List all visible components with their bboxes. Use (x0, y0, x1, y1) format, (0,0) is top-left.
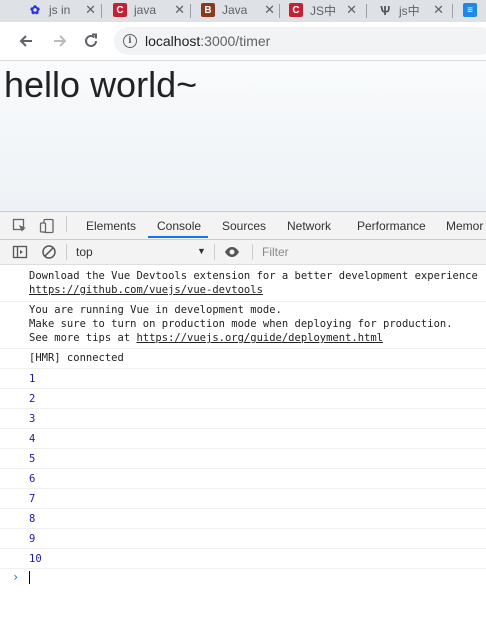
filter-input[interactable]: Filter (262, 245, 289, 259)
tab-elements[interactable]: Elements (86, 219, 136, 233)
close-icon[interactable]: ✕ (174, 2, 185, 18)
chevron-down-icon[interactable]: ▼ (197, 246, 206, 256)
csdn-c-icon: C (289, 3, 303, 17)
close-icon[interactable]: ✕ (346, 2, 357, 18)
tab-separator (101, 4, 102, 18)
tab-performance[interactable]: Performance (357, 219, 426, 233)
message-text: [HMR] connected (29, 352, 124, 364)
page-viewport: hello world~ (0, 61, 486, 211)
device-toolbar-icon[interactable] (39, 218, 55, 234)
console-log-row: 9 (0, 529, 486, 549)
console-log-row: 3 (0, 409, 486, 429)
tab-console[interactable]: Console (157, 219, 201, 233)
browser-toolbar: i localhost:3000/timer (0, 22, 486, 61)
divider (66, 244, 67, 260)
address-path: :3000/timer (200, 33, 271, 49)
vue-devtools-link[interactable]: https://github.com/vuejs/vue-devtools (29, 284, 263, 297)
close-icon[interactable]: ✕ (85, 2, 96, 18)
clear-console-icon[interactable] (41, 244, 57, 260)
devtools-panel: Elements Console Sources Network Perform… (0, 211, 486, 638)
console-log-row: 10 (0, 549, 486, 569)
console-log-row: 1 (0, 369, 486, 389)
inspect-element-icon[interactable] (12, 218, 28, 234)
console-log-row: 2 (0, 389, 486, 409)
forward-button[interactable] (49, 30, 71, 52)
browser-tab-5[interactable]: Ѱ js中 ✕ (378, 0, 444, 20)
tab-network[interactable]: Network (287, 219, 331, 233)
console-message: You are running Vue in development mode.… (0, 302, 486, 349)
reload-button[interactable] (80, 30, 102, 52)
console-log-row: 4 (0, 429, 486, 449)
tab-strip: ✿ js in ✕ C java ✕ B Java ✕ C JS中 ✕ Ѱ js… (0, 0, 486, 22)
context-selector[interactable]: top (76, 245, 93, 259)
browser-tab-2[interactable]: C java ✕ (113, 0, 185, 20)
back-button[interactable] (15, 30, 37, 52)
tab-separator (279, 4, 280, 18)
browser-tab-title: JS中 (310, 3, 337, 18)
log-value: 8 (29, 513, 36, 525)
log-value: 6 (29, 473, 36, 485)
log-value: 9 (29, 533, 36, 545)
divider (252, 244, 253, 260)
log-value: 7 (29, 493, 36, 505)
active-tab-indicator (148, 236, 208, 238)
browser-tab-6[interactable]: ≡ (463, 0, 486, 20)
message-text: You are running Vue in development mode. (29, 304, 282, 316)
tab-sources[interactable]: Sources (222, 219, 266, 233)
page-heading: hello world~ (4, 64, 198, 105)
browser-tab-title: js in (49, 3, 71, 17)
log-value: 5 (29, 453, 36, 465)
console-message: Download the Vue Devtools extension for … (0, 269, 486, 302)
log-value: 2 (29, 393, 36, 405)
divider (66, 216, 67, 232)
site-info-icon[interactable]: i (123, 34, 137, 48)
log-value: 3 (29, 413, 36, 425)
address-bar[interactable]: i localhost:3000/timer (114, 27, 486, 55)
log-value: 4 (29, 433, 36, 445)
message-text: Download the Vue Devtools extension for … (29, 270, 478, 282)
divider (214, 244, 215, 260)
browser-tab-title: java (134, 3, 157, 17)
tab-memory[interactable]: Memor (446, 219, 483, 233)
show-sidebar-icon[interactable] (12, 244, 28, 260)
browser-tab-4[interactable]: C JS中 ✕ (289, 0, 357, 20)
console-prompt-icon: › (12, 570, 20, 584)
book-icon: ≡ (463, 3, 477, 17)
back-arrow-icon (19, 35, 32, 47)
browser-tab-title: Java (222, 3, 248, 17)
console-log-row: 6 (0, 469, 486, 489)
deployment-guide-link[interactable]: https://vuejs.org/guide/deployment.html (136, 332, 383, 344)
tab-separator (366, 4, 367, 18)
console-log-row: 5 (0, 449, 486, 469)
console-toolbar: top ▼ Filter (0, 240, 486, 265)
message-text: See more tips at (29, 332, 137, 344)
tab-separator (190, 4, 191, 18)
log-value: 1 (29, 373, 36, 385)
console-log-row: 7 (0, 489, 486, 509)
console-log-row: 8 (0, 509, 486, 529)
log-value: 10 (29, 553, 42, 565)
browser-tab-title: js中 (399, 3, 420, 18)
devtools-tab-bar: Elements Console Sources Network Perform… (0, 212, 486, 240)
b-logo-icon: B (201, 3, 215, 17)
tab-separator (452, 4, 453, 18)
forward-arrow-icon (54, 35, 67, 47)
browser-tab-3[interactable]: B Java ✕ (201, 0, 275, 20)
baidu-paw-icon: ✿ (29, 3, 41, 17)
zhihu-logo-icon: Ѱ (379, 2, 391, 18)
console-message: [HMR] connected (0, 349, 486, 369)
live-expression-eye-icon[interactable] (224, 244, 240, 260)
browser-tab-1[interactable]: ✿ js in ✕ (28, 0, 96, 20)
close-icon[interactable]: ✕ (433, 2, 444, 18)
message-text: Make sure to turn on production mode whe… (29, 318, 453, 330)
console-input[interactable] (29, 571, 30, 584)
csdn-c-icon: C (113, 3, 127, 17)
reload-icon (85, 33, 97, 47)
close-icon[interactable]: ✕ (264, 2, 275, 18)
address-host: localhost (145, 33, 201, 49)
